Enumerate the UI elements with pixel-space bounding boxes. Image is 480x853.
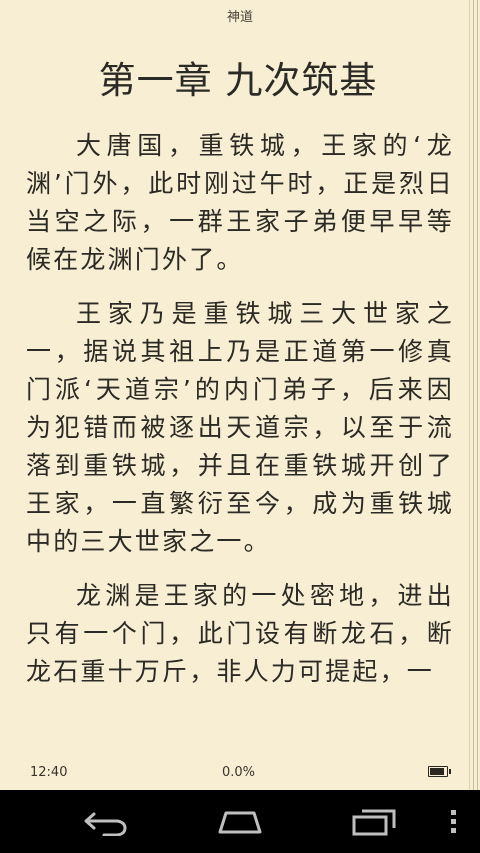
chapter-title: 第一章 九次筑基 (98, 59, 378, 102)
paragraph: 龙渊是王家的一处密地，进出只有一个门，此门设有断龙石，断龙石重十万斤，非人力可提… (26, 581, 454, 686)
reader-status-bar: 12:40 0.0% (0, 762, 480, 786)
page-edge-line (473, 0, 474, 790)
recents-icon (352, 809, 396, 836)
paragraph: 大唐国，重铁城，王家的‘龙渊’门外，此时刚过午时，正是烈日当空之际，一群王家子弟… (26, 131, 454, 274)
battery-icon (428, 766, 451, 777)
book-title: 神道 (226, 10, 253, 25)
navigation-bar (0, 790, 480, 853)
recents-button[interactable] (334, 798, 414, 846)
back-button[interactable] (66, 798, 146, 846)
paragraph: 王家乃是重铁城三大世家之一，据说其祖上乃是正道第一修真门派‘天道宗’的内门弟子，… (26, 299, 454, 556)
chapter-content: 大唐国，重铁城，王家的‘龙渊’门外，此时刚过午时，正是烈日当空之际，一群王家子弟… (26, 127, 454, 707)
overflow-menu-icon (451, 810, 456, 833)
reader-page[interactable]: 神道 第一章 九次筑基 大唐国，重铁城，王家的‘龙渊’门外，此时刚过午时，正是烈… (0, 0, 480, 790)
screen: 神道 第一章 九次筑基 大唐国，重铁城，王家的‘龙渊’门外，此时刚过午时，正是烈… (0, 0, 480, 853)
page-edge-line (469, 0, 470, 790)
overflow-menu-button[interactable] (442, 798, 466, 846)
battery-tip (449, 769, 451, 774)
battery-fill (430, 768, 445, 775)
home-button[interactable] (200, 798, 280, 846)
page-edge-line (477, 0, 478, 790)
home-icon (218, 811, 262, 834)
reading-progress: 0.0% (222, 765, 256, 780)
status-time: 12:40 (30, 765, 68, 780)
back-icon (84, 812, 127, 836)
